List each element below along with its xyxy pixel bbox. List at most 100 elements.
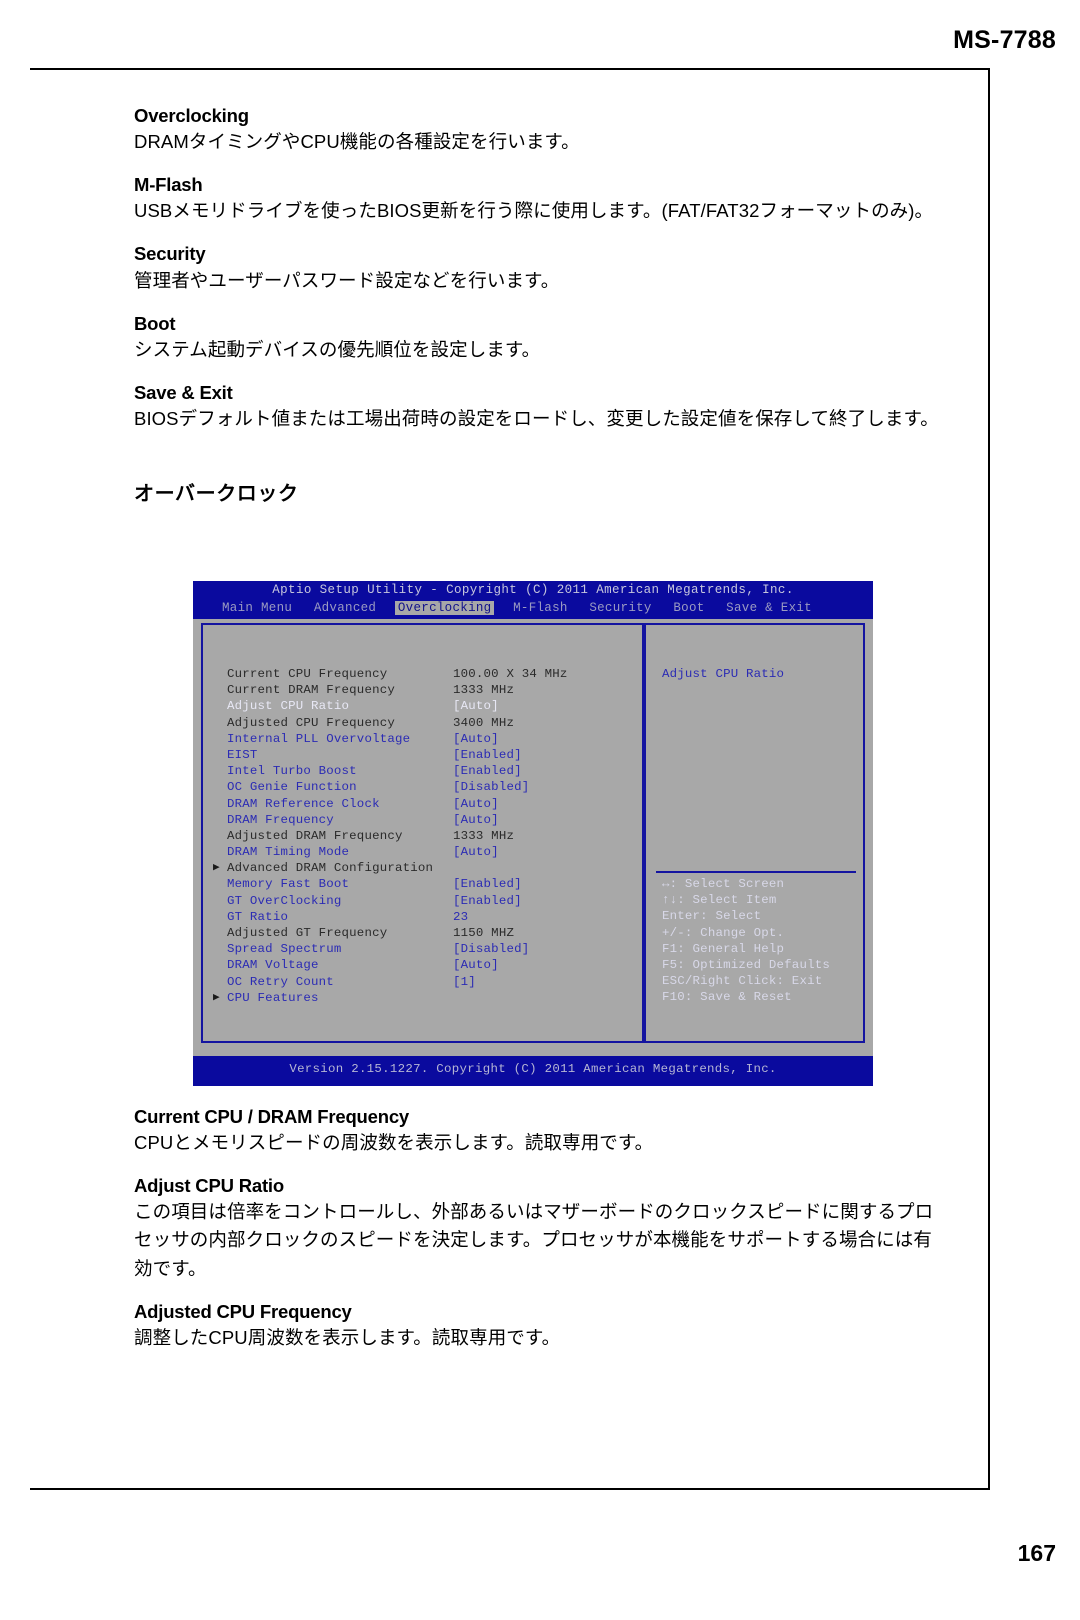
bios-setting-label: Spread Spectrum <box>227 942 342 957</box>
bios-setting-row[interactable]: Adjusted GT Frequency 1150 MHZ <box>213 926 643 942</box>
bios-setting-row[interactable]: OC Genie Function [Disabled] <box>213 780 643 796</box>
section-body: この項目は倍率をコントロールし、外部あるいはマザーボードのクロックスピードに関す… <box>134 1201 934 1279</box>
section-body: DRAMタイミングやCPU機能の各種設定を行います。 <box>134 131 580 153</box>
bios-setting-label: DRAM Reference Clock <box>227 796 380 811</box>
bios-setting-value[interactable]: [Enabled] <box>453 764 522 778</box>
section-save-and-exit: Save & Exit BIOSデフォルト値または工場出荷時の設定をロードし、変… <box>134 381 944 433</box>
lower-sections: Current CPU / DRAM Frequency CPUとメモリスピード… <box>134 1105 949 1369</box>
bios-setting-row[interactable]: DRAM Timing Mode [Auto] <box>213 845 643 861</box>
section-title: Adjusted CPU Frequency <box>134 1300 352 1322</box>
bios-setting-value[interactable]: 1333 MHz <box>453 683 514 697</box>
bios-setting-label: Current CPU Frequency <box>227 667 388 681</box>
bios-setting-label: OC Retry Count <box>227 974 334 989</box>
bios-setting-value[interactable]: 23 <box>453 910 468 924</box>
section-adjust-cpu-ratio: Adjust CPU Ratio この項目は倍率をコントロールし、外部あるいはマ… <box>134 1174 949 1282</box>
bios-setting-value[interactable]: [1] <box>453 975 476 989</box>
section-overclocking: Overclocking DRAMタイミングやCPU機能の各種設定を行います。 <box>134 104 944 156</box>
page-right-rule <box>988 68 990 1490</box>
bios-menu-bar[interactable]: Main Menu Advanced Overclocking M-Flash … <box>219 601 815 615</box>
bios-setting-value[interactable]: [Auto] <box>453 732 499 746</box>
bios-setting-row[interactable]: ▶ Advanced DRAM Configuration <box>213 861 643 877</box>
section-security: Security 管理者やユーザーパスワード設定などを行います。 <box>134 242 944 294</box>
section-body: CPUとメモリスピードの周波数を表示します。読取専用です。 <box>134 1132 654 1154</box>
bios-key-hint: ESC/Right Click: Exit <box>662 974 823 989</box>
bios-setting-value[interactable]: [Auto] <box>453 813 499 827</box>
bios-key-hint: ↑↓: Select Item <box>662 893 777 908</box>
bios-menu-item-main-menu[interactable]: Main Menu <box>219 601 295 615</box>
bios-menu-item-m-flash[interactable]: M-Flash <box>510 601 571 615</box>
bios-setting-label: Intel Turbo Boost <box>227 764 357 779</box>
bios-setting-label: Current DRAM Frequency <box>227 683 395 698</box>
bios-setting-label: Internal PLL Overvoltage <box>227 731 411 746</box>
bios-setting-value[interactable]: 1333 MHz <box>453 829 514 843</box>
bios-setting-label: OC Genie Function <box>227 780 357 795</box>
bios-setting-value[interactable]: [Enabled] <box>453 877 522 891</box>
bios-setting-row[interactable]: ▶ CPU Features <box>213 991 643 1007</box>
bios-setting-row[interactable]: DRAM Voltage [Auto] <box>213 958 643 974</box>
bios-setting-row[interactable]: EIST [Enabled] <box>213 748 643 764</box>
bios-setting-row[interactable]: Memory Fast Boot [Enabled] <box>213 877 643 893</box>
bios-screenshot: Aptio Setup Utility - Copyright (C) 2011… <box>193 581 873 1086</box>
bios-setting-row[interactable]: Spread Spectrum [Disabled] <box>213 942 643 958</box>
bios-setting-row[interactable]: DRAM Frequency [Auto] <box>213 813 643 829</box>
bios-setting-value[interactable]: [Auto] <box>453 797 499 811</box>
bios-setting-value[interactable]: 3400 MHz <box>453 716 514 730</box>
bios-menu-item-security[interactable]: Security <box>586 601 654 615</box>
bios-key-hint: F5: Optimized Defaults <box>662 957 830 972</box>
bios-setting-row[interactable]: Current DRAM Frequency 1333 MHz <box>213 683 643 699</box>
bios-setting-label: Adjusted GT Frequency <box>227 926 388 940</box>
bios-setting-row[interactable]: Adjusted DRAM Frequency 1333 MHz <box>213 829 643 845</box>
section-body: 管理者やユーザーパスワード設定などを行います。 <box>134 269 560 291</box>
bios-menu-item-advanced[interactable]: Advanced <box>311 601 379 615</box>
section-body: USBメモリドライブを使ったBIOS更新を行う際に使用します。(FAT/FAT3… <box>134 200 934 222</box>
bios-key-hint: ↔: Select Screen <box>662 877 785 891</box>
bios-footer: Version 2.15.1227. Copyright (C) 2011 Am… <box>193 1056 873 1086</box>
bios-setting-row[interactable]: Current CPU Frequency 100.00 X 34 MHz <box>213 667 643 683</box>
model-number: MS-7788 <box>953 26 1056 54</box>
bios-setting-value[interactable]: [Auto] <box>453 958 499 972</box>
bios-setting-row[interactable]: GT Ratio 23 <box>213 910 643 926</box>
section-boot: Boot システム起動デバイスの優先順位を設定します。 <box>134 312 944 364</box>
bios-setting-label: GT OverClocking <box>227 893 342 908</box>
bios-menu-item-save-exit[interactable]: Save & Exit <box>723 601 815 615</box>
bios-setting-row[interactable]: Adjusted CPU Frequency 3400 MHz <box>213 716 643 732</box>
bios-setting-row[interactable]: Adjust CPU Ratio [Auto] <box>213 699 643 715</box>
section-title: Save & Exit <box>134 381 233 403</box>
bios-setting-value[interactable]: 100.00 X 34 MHz <box>453 667 568 681</box>
bios-setting-row[interactable]: Intel Turbo Boost [Enabled] <box>213 764 643 780</box>
section-title: Adjust CPU Ratio <box>134 1175 284 1197</box>
section-title: Boot <box>134 312 176 334</box>
bios-setting-label: Adjusted DRAM Frequency <box>227 828 403 843</box>
page-top-rule <box>30 68 990 70</box>
section-adjusted-cpu-frequency: Adjusted CPU Frequency 調整したCPU周波数を表示します。… <box>134 1300 949 1352</box>
bios-setting-value[interactable]: [Disabled] <box>453 942 529 956</box>
bios-setting-value[interactable]: [Auto] <box>453 699 499 713</box>
section-title: Current CPU / DRAM Frequency <box>134 1106 410 1127</box>
bios-setting-value[interactable]: [Enabled] <box>453 894 522 908</box>
bios-setting-label: GT Ratio <box>227 909 289 924</box>
bios-menu-item-boot[interactable]: Boot <box>670 601 707 615</box>
manual-page: MS-7788 Overclocking DRAMタイミングやCPU機能の各種設… <box>0 0 1080 1620</box>
bios-setting-row[interactable]: GT OverClocking [Enabled] <box>213 894 643 910</box>
figure-heading: オーバークロック <box>134 483 299 506</box>
bios-setting-label: EIST <box>227 747 258 762</box>
bios-setting-label: DRAM Frequency <box>227 812 334 827</box>
upper-sections: Overclocking DRAMタイミングやCPU機能の各種設定を行います。 … <box>134 104 944 516</box>
bios-setting-value[interactable]: [Enabled] <box>453 748 522 762</box>
bios-setting-value[interactable]: 1150 MHZ <box>453 926 514 940</box>
bios-menu-item-overclocking[interactable]: Overclocking <box>394 601 495 615</box>
bios-setting-value[interactable]: [Disabled] <box>453 780 529 794</box>
section-body: システム起動デバイスの優先順位を設定します。 <box>134 338 541 360</box>
section-m-flash: M-Flash USBメモリドライブを使ったBIOS更新を行う際に使用します。(… <box>134 173 944 225</box>
section-body: 調整したCPU周波数を表示します。読取専用です。 <box>134 1326 561 1348</box>
bios-key-hint: Enter: Select <box>662 909 762 924</box>
bios-body: Current CPU Frequency 100.00 X 34 MHz Curr… <box>193 619 873 1056</box>
bios-setting-value[interactable]: [Auto] <box>453 845 499 859</box>
bios-setting-row[interactable]: Internal PLL Overvoltage [Auto] <box>213 732 643 748</box>
section-title: M-Flash <box>134 174 203 196</box>
bios-setting-row[interactable]: DRAM Reference Clock [Auto] <box>213 797 643 813</box>
bios-setting-row[interactable]: OC Retry Count [1] <box>213 975 643 991</box>
bios-settings-list[interactable]: Current CPU Frequency 100.00 X 34 MHz Curr… <box>213 667 643 1007</box>
bios-setting-label: Advanced DRAM Configuration <box>227 861 434 876</box>
bios-setting-label: Adjusted CPU Frequency <box>227 715 395 730</box>
